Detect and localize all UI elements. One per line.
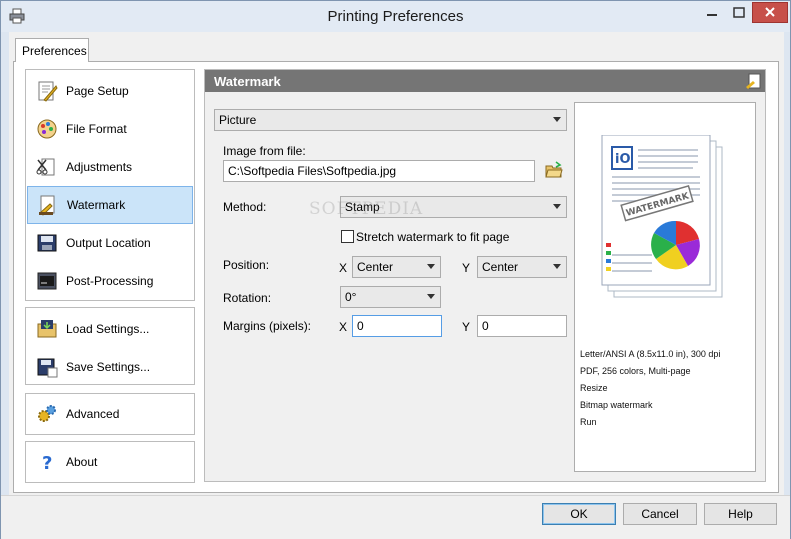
rotation-value: 0° [345,290,357,304]
document-logo: iO [615,152,631,167]
preview-info-line: Resize [580,383,608,393]
image-path-input[interactable]: C:\Softpedia Files\Softpedia.jpg [223,160,535,182]
nav-group-main: Page Setup File Format Adjustments Water… [25,69,195,301]
background-watermark: SOFTPEDIA [309,199,424,219]
gears-icon [38,405,56,422]
position-label: Position: [223,258,270,272]
help-button[interactable]: Help [704,503,777,525]
nav-item-label: Watermark [67,198,126,212]
nav-item-label: About [66,455,98,469]
watermark-type-value: Picture [219,113,257,127]
nav-item-label: Adjustments [66,160,133,174]
nav-item-watermark[interactable]: Watermark [27,186,193,224]
margins-y-label: Y [462,320,471,334]
load-settings-icon [37,320,57,338]
panel-header: Watermark [205,70,765,92]
margins-y-value: 0 [482,319,489,333]
save-settings-icon [37,358,58,378]
question-icon: ? [42,453,52,473]
margins-label: Margins (pixels): [223,319,312,333]
margins-x-label: X [339,320,348,334]
nav-item-load-settings[interactable]: Load Settings... [27,310,193,348]
file-format-icon [37,119,57,139]
preview-info-line: PDF, 256 colors, Multi-page [580,366,691,376]
position-x-label: X [339,261,348,275]
margins-y-input[interactable]: 0 [477,315,567,337]
position-y-label: Y [462,261,471,275]
nav-item-page-setup[interactable]: Page Setup [27,72,193,110]
nav-item-label: Load Settings... [66,322,150,336]
nav-item-output-location[interactable]: Output Location [27,224,193,262]
title-bar[interactable]: Printing Preferences [1,1,790,32]
watermark-icon [39,195,55,216]
close-button[interactable] [752,2,788,23]
margins-x-input[interactable]: 0 [352,315,442,337]
nav-group-about: ? About [25,441,195,483]
watermark-type-select[interactable]: Picture [214,109,567,131]
nav-item-about[interactable]: ? About [27,443,193,481]
open-folder-icon[interactable] [545,161,563,179]
chevron-down-icon [427,294,435,299]
position-y-select[interactable]: Center [477,256,567,278]
tab-preferences[interactable]: Preferences [15,38,89,62]
nav-item-label: Save Settings... [66,360,151,374]
preview-info-line: Bitmap watermark [580,400,653,410]
position-y-value: Center [482,260,519,274]
stretch-watermark-label: Stretch watermark to fit page [356,230,510,244]
nav-item-label: Advanced [66,407,120,421]
nav-item-advanced[interactable]: Advanced [27,395,193,433]
window-title: Printing Preferences [327,8,464,25]
preview-pane: iO WATERMARK Letter/ANSI A (8.5x11.0 in)… [574,102,756,472]
image-file-label: Image from file: [223,144,306,158]
preview-info-line: Letter/ANSI A (8.5x11.0 in), 300 dpi [580,349,721,359]
image-path-value: C:\Softpedia Files\Softpedia.jpg [228,164,397,178]
window: Printing Preferences Preferences Page Se… [0,0,791,539]
nav-group-settings: Load Settings... Save Settings... [25,307,195,385]
maximize-icon [733,7,745,18]
nav-item-adjustments[interactable]: Adjustments [27,148,193,186]
close-icon [765,7,775,17]
adjustments-icon [36,158,55,176]
method-label: Method: [223,200,267,214]
minimize-icon [707,14,717,16]
chevron-down-icon [427,264,435,269]
margins-x-value: 0 [357,319,364,333]
preview-info-line: Run [580,417,597,427]
maximize-button[interactable] [726,2,752,23]
watermark-header-icon [746,73,761,89]
chevron-down-icon [553,117,561,122]
nav-item-post-processing[interactable]: Post-Processing [27,262,193,300]
ok-button[interactable]: OK [542,503,616,525]
position-x-select[interactable]: Center [352,256,441,278]
nav-item-save-settings[interactable]: Save Settings... [27,348,193,386]
cancel-button[interactable]: Cancel [623,503,697,525]
nav-item-label: Post-Processing [66,274,154,288]
nav-item-file-format[interactable]: File Format [27,110,193,148]
nav-item-label: Page Setup [66,84,129,98]
rotation-select[interactable]: 0° [340,286,441,308]
chevron-down-icon [553,264,561,269]
stretch-watermark-checkbox[interactable] [341,230,354,243]
svg-text:?: ? [42,453,52,473]
page-setup-icon [38,81,58,102]
output-location-icon [37,234,57,252]
position-x-value: Center [357,260,394,274]
nav-item-label: File Format [66,122,127,136]
rotation-label: Rotation: [223,291,272,305]
nav-group-advanced: Advanced [25,393,195,435]
chevron-down-icon [553,204,561,209]
nav-item-label: Output Location [66,236,151,250]
minimize-button[interactable] [698,2,726,23]
document-preview: iO WATERMARK [601,135,723,298]
panel-title: Watermark [214,74,281,89]
post-processing-icon [37,272,57,290]
